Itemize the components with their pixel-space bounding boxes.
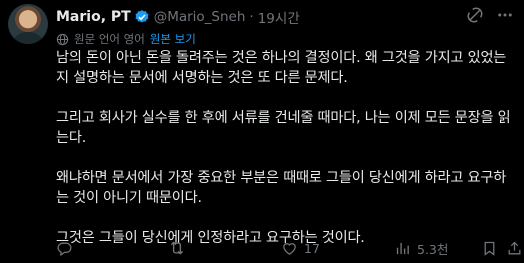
tweet-paragraph-1: 남의 돈이 아닌 돈을 돌려주는 것은 하나의 결정이다. 왜 그것을 가지고 … [56,50,507,86]
avatar-shirt [14,32,42,44]
show-original-link[interactable]: 원본 보기 [150,31,196,47]
share-icon [506,240,523,257]
tweet-header: Mario, PT @Mario_Sneh · 19시간 [56,6,524,28]
tweet: Mario, PT @Mario_Sneh · 19시간 원문 언어 영어 원본… [0,0,524,263]
tweet-paragraph-3: 왜냐하면 문서에서 가장 중요한 부분은 때때로 그들이 당신에게 하라고 요구… [56,170,507,206]
post-time[interactable]: 19시간 [258,7,300,27]
globe-icon [56,33,69,46]
author-handle[interactable]: @Mario_Sneh [154,9,246,25]
like-icon [281,240,298,257]
bookmark-icon [481,240,498,257]
avatar[interactable] [8,4,48,44]
like-button[interactable]: 17 [281,240,320,257]
views-icon [394,240,411,257]
tweet-body: 남의 돈이 아닌 돈을 돌려주는 것은 하나의 결정이다. 왜 그것을 가지고 … [56,48,518,248]
verified-badge-icon [134,9,150,25]
tweet-paragraph-2: 그리고 회사가 실수를 한 후에 서류를 건네줄 때마다, 나는 이제 모든 문… [56,110,511,146]
action-bar: 17 5.3천 [56,238,521,258]
share-button[interactable] [506,240,523,257]
top-actions [466,6,514,24]
more-icon[interactable] [496,6,514,24]
view-count: 5.3천 [417,241,449,257]
retweet-button[interactable] [168,239,186,257]
header-separator: · [249,9,254,25]
grok-icon[interactable] [466,6,484,24]
retweet-icon [168,239,186,257]
translation-bar: 원문 언어 영어 원본 보기 [56,31,196,47]
bookmark-button[interactable] [481,240,498,257]
reply-button[interactable] [56,240,73,257]
translation-label: 원문 언어 영어 [74,32,145,46]
views-button[interactable]: 5.3천 [394,239,448,258]
author-name[interactable]: Mario, PT [56,9,131,25]
like-count: 17 [304,240,320,256]
reply-icon [56,240,73,257]
